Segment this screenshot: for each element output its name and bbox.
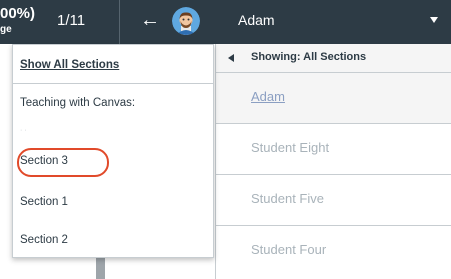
menu-item-section-2[interactable]: Section 2 <box>20 234 68 246</box>
showing-sections-label: Showing: All Sections <box>251 51 367 63</box>
student-row-0[interactable]: Adam <box>216 73 451 124</box>
showing-sections-toggle[interactable]: Showing: All Sections <box>216 44 451 73</box>
scrollbar-track[interactable] <box>96 255 105 279</box>
selected-student-name[interactable]: Adam <box>238 12 275 28</box>
menu-divider <box>13 83 213 84</box>
student-name-label: Student Five <box>251 191 324 206</box>
speedgrader-page: 00%) ge 1/11 ← Adam Showing: All Section <box>0 0 451 279</box>
menu-item-show-all-sections[interactable]: Show All Sections <box>20 59 119 71</box>
menu-item-section-1[interactable]: Section 1 <box>20 196 68 208</box>
student-row-3[interactable]: Student Four <box>216 226 451 277</box>
student-avatar <box>172 7 200 35</box>
student-name-label: Student Four <box>251 242 327 257</box>
student-select-caret-icon[interactable] <box>430 17 438 23</box>
previous-student-icon[interactable]: ← <box>140 8 160 32</box>
menu-course-heading: Teaching with Canvas: <box>20 97 136 109</box>
grade-percentage: 00%) <box>0 5 36 22</box>
header-bar: 00%) ge 1/11 ← Adam <box>0 0 451 44</box>
student-row-2[interactable]: Student Five <box>216 175 451 226</box>
grade-label: ge <box>0 24 12 35</box>
highlight-annotation-ring <box>17 148 109 177</box>
student-name-label: Adam <box>251 89 285 104</box>
header-divider <box>119 0 120 44</box>
student-name-label: Student Eight <box>251 140 330 155</box>
menu-hidden-label: · · <box>20 127 27 134</box>
student-row-1[interactable]: Student Eight <box>216 124 451 175</box>
section-filter-menu: Show All Sections Teaching with Canvas: … <box>12 44 214 258</box>
student-counter: 1/11 <box>57 12 86 29</box>
collapse-caret-icon <box>228 54 234 62</box>
student-list-panel: Showing: All Sections ⌫ Adam Student Eig… <box>215 44 451 279</box>
